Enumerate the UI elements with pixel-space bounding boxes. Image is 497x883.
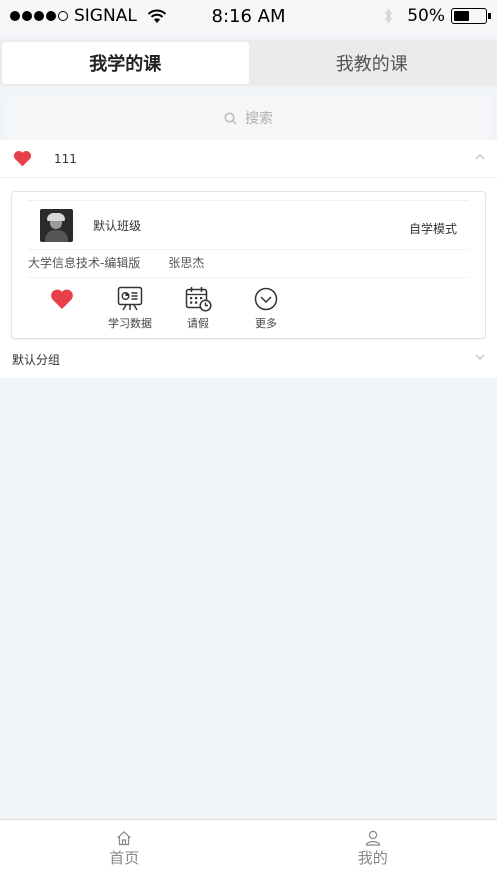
avatar <box>40 208 73 242</box>
class-row: 默认班级 自学模式 <box>28 200 469 250</box>
battery-icon <box>451 8 491 24</box>
group-title: 默认分组 <box>12 352 61 367</box>
teacher-name: 张思杰 <box>168 256 205 270</box>
tab-mine-label: 我的 <box>357 849 388 867</box>
study-data-button[interactable]: 学习数据 <box>96 286 164 331</box>
search-bar[interactable]: 搜索 <box>6 96 491 140</box>
group-header-default[interactable]: 默认分组 <box>0 340 497 378</box>
chevron-up-icon[interactable] <box>475 154 485 160</box>
tab-home-label: 首页 <box>109 849 140 867</box>
search-placeholder: 搜索 <box>245 111 273 127</box>
group-header-111[interactable]: 111 <box>0 140 497 178</box>
more-chevron-icon <box>254 287 278 311</box>
tab-mine[interactable]: 我的 <box>249 820 497 883</box>
leave-label: 请假 <box>187 317 209 330</box>
battery-percent: 50% <box>407 6 445 26</box>
tab-teaching-courses[interactable]: 我教的课 <box>249 42 496 84</box>
divider <box>28 277 469 278</box>
more-button[interactable]: 更多 <box>232 286 300 331</box>
tab-home[interactable]: 首页 <box>0 820 249 883</box>
course-actions: 学习数据 请假 更多 <box>28 286 300 331</box>
status-bar: SIGNAL 8:16 AM 50% <box>0 0 497 36</box>
group-title: 111 <box>54 151 77 166</box>
bottom-tab-bar: 首页 我的 <box>0 819 497 883</box>
tab-learning-courses[interactable]: 我学的课 <box>2 42 249 84</box>
search-icon <box>224 111 237 124</box>
course-card[interactable]: 默认班级 自学模式 大学信息技术-编辑版 张思杰 学习数据 请假 更多 <box>11 191 486 339</box>
group-content: 默认班级 自学模式 大学信息技术-编辑版 张思杰 学习数据 请假 更多 <box>0 178 497 340</box>
study-mode: 自学模式 <box>408 222 457 236</box>
favorite-button[interactable] <box>28 286 96 331</box>
course-info: 大学信息技术-编辑版 张思杰 <box>28 254 204 271</box>
more-label: 更多 <box>255 317 277 330</box>
leave-button[interactable]: 请假 <box>164 286 232 331</box>
chevron-down-icon[interactable] <box>475 354 485 360</box>
study-data-label: 学习数据 <box>108 317 152 330</box>
class-name: 默认班级 <box>93 218 142 233</box>
leave-calendar-icon <box>185 287 212 312</box>
battery-area: 50% <box>383 6 491 26</box>
home-icon <box>117 830 132 846</box>
heart-icon <box>13 151 32 167</box>
heart-icon <box>51 289 73 309</box>
course-name: 大学信息技术-编辑版 <box>28 256 141 270</box>
study-data-icon <box>117 286 143 311</box>
course-tabs: 我学的课 我教的课 <box>0 40 497 86</box>
bluetooth-icon <box>384 8 393 24</box>
user-icon <box>365 830 380 846</box>
